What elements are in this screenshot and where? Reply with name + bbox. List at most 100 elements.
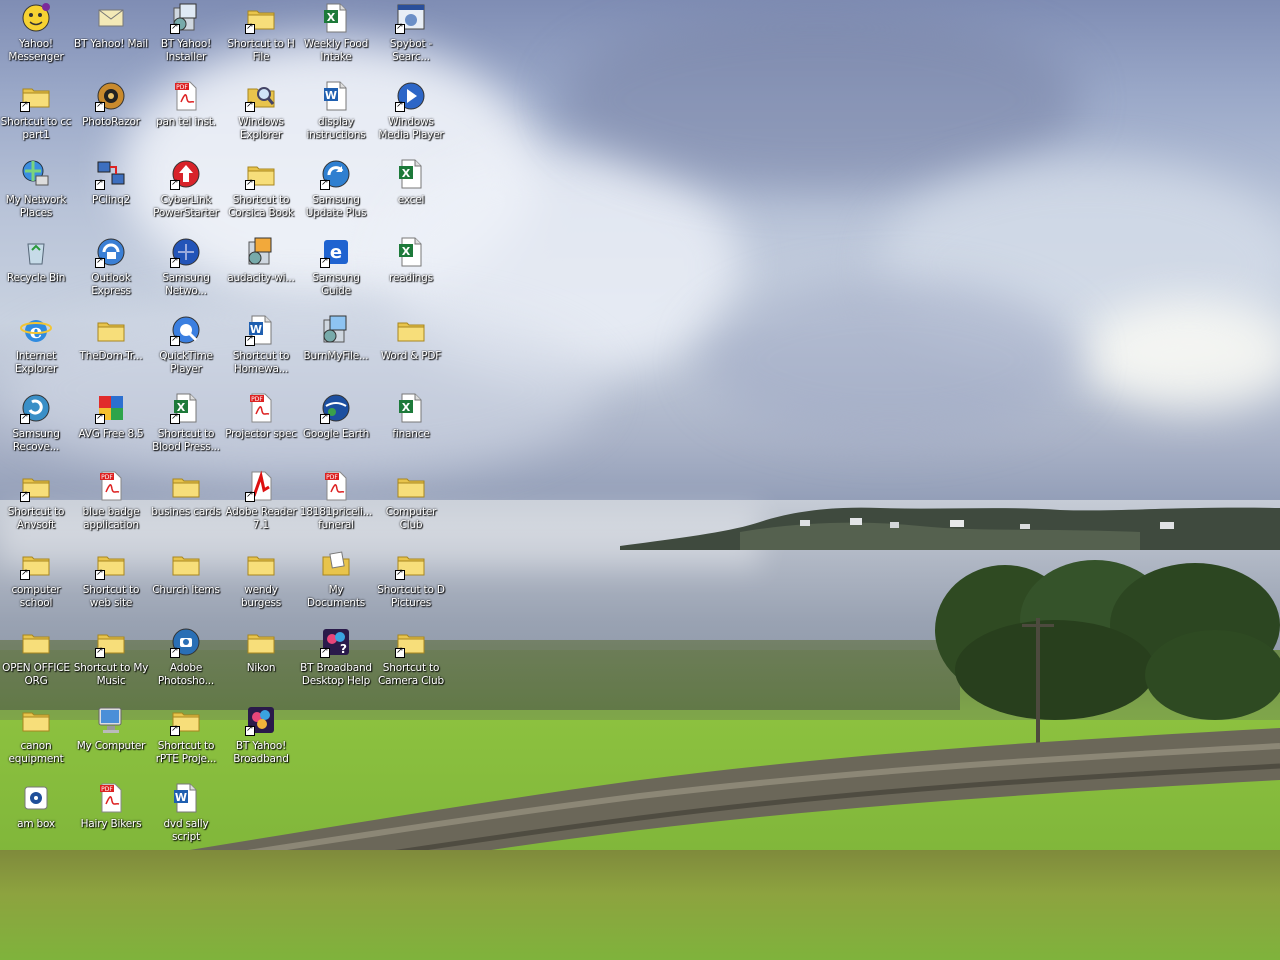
desktop-icon-label: Samsung Netwo... — [162, 272, 210, 297]
pdf-icon: PDF — [320, 470, 352, 502]
desktop-icon-label: Adobe Photosho... — [157, 662, 215, 687]
desktop-icon[interactable]: CyberLink PowerStarter — [148, 156, 224, 232]
shortcut-arrow-icon — [170, 723, 180, 736]
desktop-icon[interactable]: Wdisplay instructions — [298, 78, 374, 154]
desktop-icon[interactable]: e Samsung Guide — [298, 234, 374, 310]
desktop-icon-label: BT Yahoo! Broadband — [233, 740, 289, 765]
desktop-icon-label: Windows Explorer — [238, 116, 284, 141]
desktop-icon[interactable]: X Weekly Food Intake — [298, 0, 374, 76]
desktop-icon[interactable]: Xreadings — [373, 234, 449, 310]
desktop-icon[interactable]: WShortcut to Homewa... — [223, 312, 299, 388]
desktop-icon[interactable]: PDF Hairy Bikers — [73, 780, 149, 856]
shortcut-arrow-icon — [320, 177, 330, 190]
desktop-icon[interactable]: e Internet Explorer — [0, 312, 74, 388]
desktop-icon[interactable]: PDF Projector spec — [223, 390, 299, 466]
desktop-icon[interactable]: Wdvd sally script — [148, 780, 224, 856]
word-doc-icon: W — [170, 782, 202, 814]
pdf-icon: PDF — [245, 392, 277, 424]
folder-icon — [20, 626, 52, 658]
svg-text:X: X — [402, 245, 411, 258]
desktop-icon-label: My Computer — [76, 740, 146, 752]
desktop-icon[interactable]: Adobe Reader 7.1 — [223, 468, 299, 544]
desktop-icon[interactable]: Word & PDF — [373, 312, 449, 388]
desktop-icon[interactable]: ? BT Broadband Desktop Help — [298, 624, 374, 700]
yahoo-messenger-icon — [20, 2, 52, 34]
desktop-icon[interactable]: Shortcut to D Pictures — [373, 546, 449, 622]
shortcut-arrow-icon — [170, 333, 180, 346]
desktop-icon[interactable]: Shortcut to web site — [73, 546, 149, 622]
desktop-icon[interactable]: BT Yahoo! Mail — [73, 0, 149, 76]
desktop-icon-label: Shortcut to web site — [82, 584, 140, 609]
desktop-icon-label: AVG Free 8.5 — [78, 428, 144, 440]
desktop-icon[interactable]: XShortcut to Blood Press... — [148, 390, 224, 466]
desktop-icon[interactable]: QuickTime Player — [148, 312, 224, 388]
desktop-icon[interactable]: My Documents — [298, 546, 374, 622]
desktop-icon[interactable]: Shortcut to cc part1 — [0, 78, 74, 154]
desktop-icon[interactable]: PDF 18181priceli... funeral — [298, 468, 374, 544]
folder-icon — [395, 470, 427, 502]
desktop-icon[interactable]: PDF blue badge application — [73, 468, 149, 544]
svg-text:?: ? — [340, 642, 347, 656]
desktop-icon[interactable]: am box — [0, 780, 74, 856]
desktop-icon-label: excel — [397, 194, 425, 206]
desktop-icon[interactable]: Xexcel — [373, 156, 449, 232]
desktop-icon[interactable]: PDF pan tel inst. — [148, 78, 224, 154]
word-doc-icon: W — [320, 80, 352, 112]
desktop-icon[interactable]: Shortcut to rPTE Proje... — [148, 702, 224, 778]
desktop-icon[interactable]: Shortcut to Camera Club — [373, 624, 449, 700]
desktop-icon[interactable]: Recycle Bin — [0, 234, 74, 310]
shortcut-arrow-icon — [95, 411, 105, 424]
desktop-icon[interactable]: OPEN OFFICE ORG — [0, 624, 74, 700]
desktop-icon[interactable]: BT Yahoo! Broadband — [223, 702, 299, 778]
desktop-icon[interactable]: Church Items — [148, 546, 224, 622]
desktop-icon[interactable]: Outlook Express — [73, 234, 149, 310]
desktop-icon-label: TheDom-Tr... — [79, 350, 143, 362]
folder-icon — [170, 548, 202, 580]
desktop-icon[interactable]: Shortcut to My Music — [73, 624, 149, 700]
desktop-icon[interactable]: Shortcut to Corsica Book — [223, 156, 299, 232]
folder-icon — [20, 704, 52, 736]
desktop-icon-label: Yahoo! Messenger — [8, 38, 64, 63]
shortcut-arrow-icon — [320, 645, 330, 658]
desktop-icon-label: My Network Places — [5, 194, 67, 219]
desktop-icon[interactable]: busines cards — [148, 468, 224, 544]
desktop-icon-label: Shortcut to Homewa... — [232, 350, 290, 375]
desktop-icon[interactable]: My Computer — [73, 702, 149, 778]
desktop-icon[interactable]: Windows Explorer — [223, 78, 299, 154]
burn-installer-icon — [320, 314, 352, 346]
desktop-icon[interactable]: Shortcut to H File — [223, 0, 299, 76]
desktop-icon[interactable]: Shortcut to Anvsoft — [0, 468, 74, 544]
desktop-icon[interactable]: Computer Club — [373, 468, 449, 544]
desktop-icon[interactable]: AVG Free 8.5 — [73, 390, 149, 466]
desktop-icon[interactable]: Xfinance — [373, 390, 449, 466]
desktop-icon-label: BT Broadband Desktop Help — [300, 662, 372, 687]
desktop-icon-label: Hairy Bikers — [80, 818, 142, 830]
desktop-icon-label: Shortcut to My Music — [73, 662, 149, 687]
desktop-icon[interactable]: Google Earth — [298, 390, 374, 466]
desktop-icon[interactable]: PhotoRazor — [73, 78, 149, 154]
desktop-icon[interactable]: TheDom-Tr... — [73, 312, 149, 388]
desktop-icon[interactable]: Nikon — [223, 624, 299, 700]
desktop-icon[interactable]: canon equipment — [0, 702, 74, 778]
desktop-icon[interactable]: PClinq2 — [73, 156, 149, 232]
desktop-icon[interactable]: wendy burgess — [223, 546, 299, 622]
desktop-icon[interactable]: Adobe Photosho... — [148, 624, 224, 700]
desktop-icon-label: Windows Media Player — [378, 116, 444, 141]
desktop-icon[interactable]: Samsung Update Plus — [298, 156, 374, 232]
desktop-icon[interactable]: Samsung Netwo... — [148, 234, 224, 310]
desktop-icon[interactable]: Samsung Recove... — [0, 390, 74, 466]
desktop-icon[interactable]: Windows Media Player — [373, 78, 449, 154]
desktop-icon[interactable]: audacity-wi... — [223, 234, 299, 310]
desktop-icon-label: Shortcut to H File — [227, 38, 295, 63]
shortcut-arrow-icon — [95, 255, 105, 268]
desktop-icon[interactable]: My Network Places — [0, 156, 74, 232]
desktop-icon[interactable]: Yahoo! Messenger — [0, 0, 74, 76]
excel-doc-icon: X — [395, 236, 427, 268]
desktop-icon[interactable]: BT Yahoo! Installer — [148, 0, 224, 76]
shortcut-arrow-icon — [320, 411, 330, 424]
desktop-icon[interactable]: BurnMyFile... — [298, 312, 374, 388]
desktop-icon-label: busines cards — [151, 506, 221, 518]
desktop-icon[interactable]: computer school — [0, 546, 74, 622]
desktop-icon[interactable]: Spybot - Searc... — [373, 0, 449, 76]
shortcut-arrow-icon — [95, 177, 105, 190]
